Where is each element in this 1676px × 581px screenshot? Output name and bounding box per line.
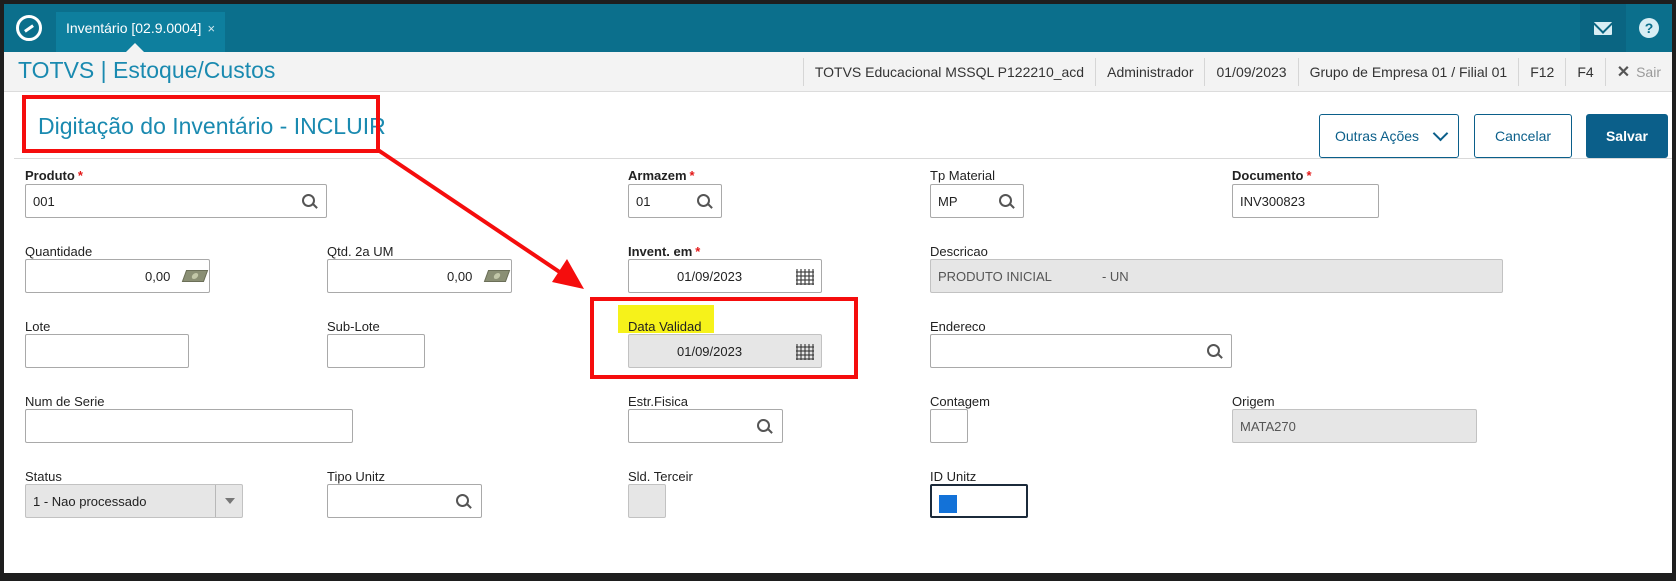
- top-right-actions: ?: [1580, 4, 1672, 52]
- app-header: TOTVS | Estoque/Custos TOTVS Educacional…: [4, 52, 1672, 92]
- top-bar: Inventário [02.9.0004] × ?: [4, 4, 1672, 52]
- app-title: TOTVS | Estoque/Custos: [18, 57, 276, 83]
- f12-shortcut[interactable]: F12: [1518, 58, 1565, 86]
- arrow-line: [376, 148, 569, 279]
- totvs-logo-icon[interactable]: [16, 15, 42, 41]
- arrow-head: [552, 259, 584, 289]
- form-content: Digitação do Inventário - INCLUIR Outras…: [4, 92, 1672, 573]
- annotation-arrow: [376, 148, 584, 289]
- tab-label: Inventário [02.9.0004]: [66, 20, 202, 36]
- sair-label: Sair: [1636, 64, 1661, 80]
- environment-info[interactable]: TOTVS Educacional MSSQL P122210_acd: [802, 58, 1095, 86]
- tab-close-icon[interactable]: ×: [207, 21, 215, 36]
- mail-icon: [1594, 21, 1612, 35]
- sair-button[interactable]: ✕ Sair: [1604, 58, 1672, 86]
- user-info[interactable]: Administrador: [1095, 58, 1204, 86]
- f4-shortcut[interactable]: F4: [1565, 58, 1604, 86]
- tab-pointer: [126, 43, 144, 52]
- messages-button[interactable]: [1580, 4, 1626, 52]
- close-icon: ✕: [1616, 64, 1631, 81]
- company-info[interactable]: Grupo de Empresa 01 / Filial 01: [1297, 58, 1519, 86]
- info-bar: TOTVS Educacional MSSQL P122210_acd Admi…: [802, 58, 1672, 86]
- date-info[interactable]: 01/09/2023: [1204, 58, 1297, 86]
- help-button[interactable]: ?: [1626, 4, 1672, 52]
- help-icon: ?: [1639, 18, 1659, 38]
